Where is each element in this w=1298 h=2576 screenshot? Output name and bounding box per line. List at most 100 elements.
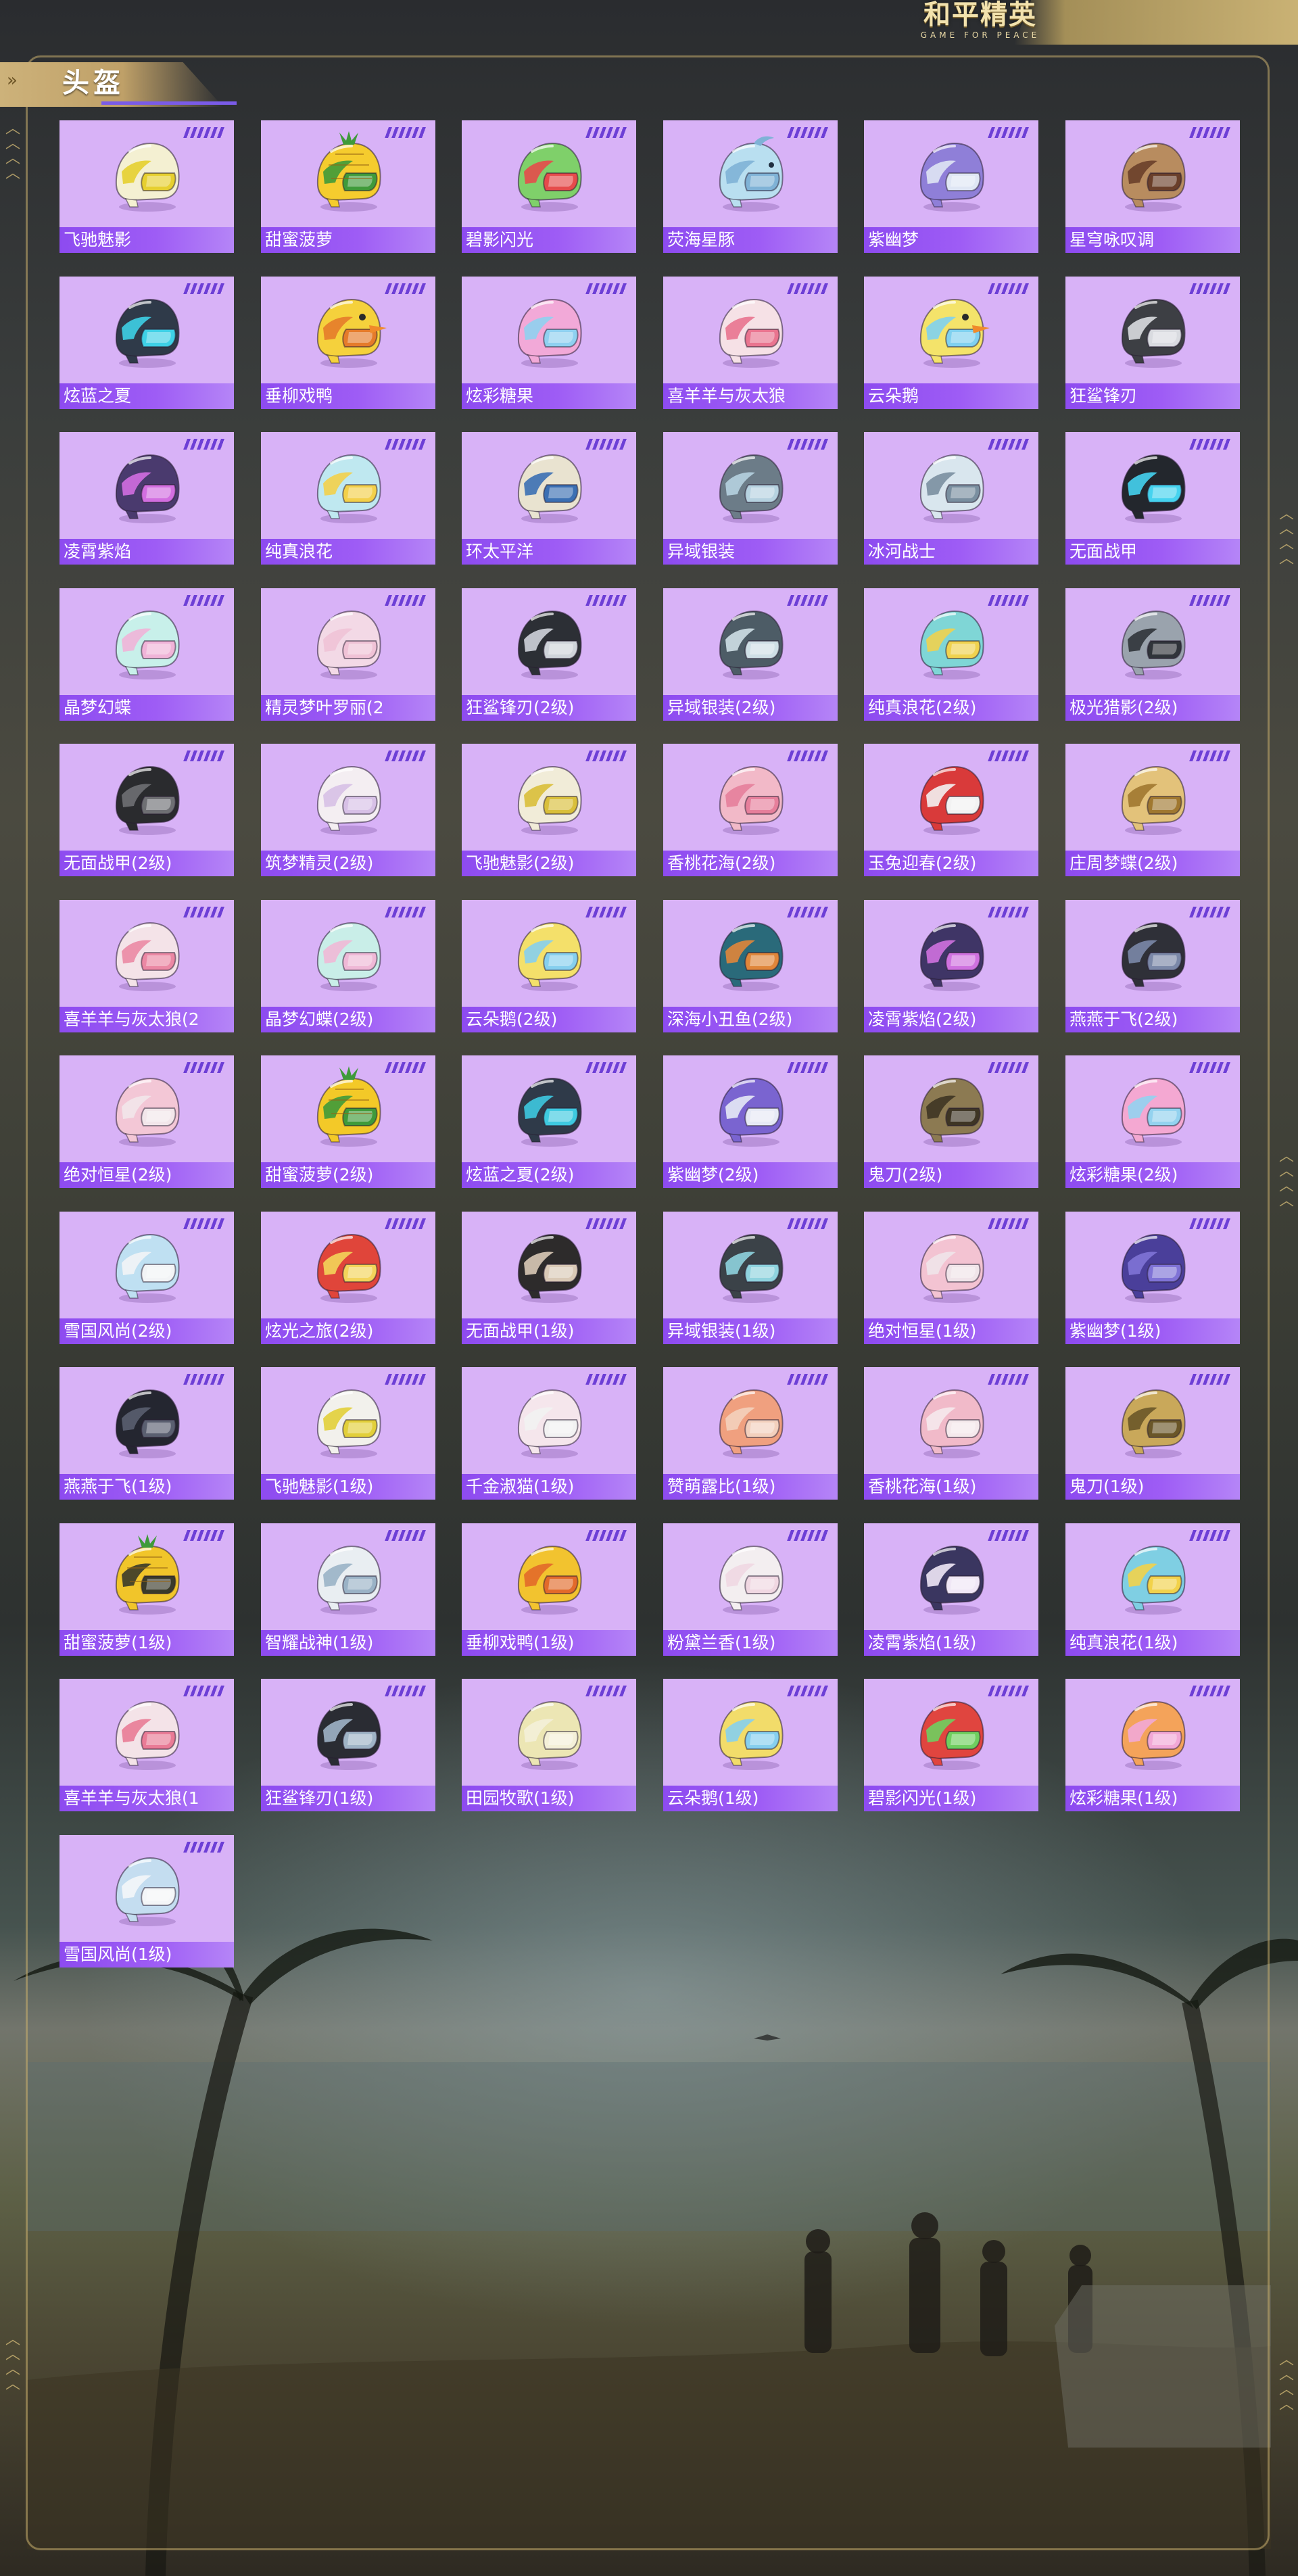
helmet-name: 炫蓝之夏: [59, 383, 234, 409]
helmet-name: 云朵鹅(1级): [663, 1786, 838, 1811]
helmet-card[interactable]: 晶梦幻蝶(2级): [261, 900, 435, 1032]
helmet-card[interactable]: 甜蜜菠萝(1级): [59, 1523, 234, 1656]
helmet-name: 智耀战神(1级): [261, 1630, 435, 1656]
helmet-card[interactable]: 筑梦精灵(2级): [261, 744, 435, 876]
helmet-icon: [719, 454, 784, 523]
helmet-card[interactable]: 碧影闪光(1级): [864, 1679, 1038, 1811]
helmet-name: 炫蓝之夏(2级): [462, 1162, 636, 1188]
helmet-card[interactable]: 星穹咏叹调: [1065, 120, 1240, 253]
helmet-card[interactable]: 凌霄紫焰(2级): [864, 900, 1038, 1032]
helmet-card[interactable]: 紫幽梦(2级): [663, 1055, 838, 1188]
helmet-icon: [316, 610, 381, 679]
helmet-card[interactable]: 极光猎影(2级): [1065, 588, 1240, 721]
helmet-name: 环太平洋: [462, 539, 636, 565]
helmet-card[interactable]: 飞驰魅影(2级): [462, 744, 636, 876]
helmet-card[interactable]: 狂鲨锋刃(1级): [261, 1679, 435, 1811]
helmet-card[interactable]: 炫蓝之夏(2级): [462, 1055, 636, 1188]
helmet-card[interactable]: 千金淑猫(1级): [462, 1367, 636, 1500]
helmet-card[interactable]: 雪国风尚(1级): [59, 1835, 234, 1967]
helmet-icon: [919, 765, 984, 835]
helmet-card[interactable]: 异域银装(2级): [663, 588, 838, 721]
helmet-card[interactable]: 飞驰魅影(1级): [261, 1367, 435, 1500]
helmet-card[interactable]: 冰河战士: [864, 432, 1038, 565]
helmet-card[interactable]: 垂柳戏鸭(1级): [462, 1523, 636, 1656]
helmet-card[interactable]: 喜羊羊与灰太狼: [663, 277, 838, 409]
helmet-card[interactable]: 炫光之旅(2级): [261, 1212, 435, 1344]
helmet-card[interactable]: 喜羊羊与灰太狼(2: [59, 900, 234, 1032]
helmet-name: 异域银装: [663, 539, 838, 565]
helmet-card[interactable]: 香桃花海(1级): [864, 1367, 1038, 1500]
helmet-card[interactable]: 赞萌露比(1级): [663, 1367, 838, 1500]
helmet-card[interactable]: 炫彩糖果(1级): [1065, 1679, 1240, 1811]
helmet-card[interactable]: 无面战甲(1级): [462, 1212, 636, 1344]
helmet-card[interactable]: 狂鲨锋刃: [1065, 277, 1240, 409]
helmet-icon: [919, 1233, 984, 1303]
helmet-card[interactable]: 喜羊羊与灰太狼(1: [59, 1679, 234, 1811]
helmet-card[interactable]: 炫蓝之夏: [59, 277, 234, 409]
helmet-name: 狂鲨锋刃(1级): [261, 1786, 435, 1811]
helmet-card[interactable]: 环太平洋: [462, 432, 636, 565]
helmet-card[interactable]: 云朵鹅(2级): [462, 900, 636, 1032]
helmet-card[interactable]: 紫幽梦: [864, 120, 1038, 253]
helmet-card[interactable]: 飞驰魅影: [59, 120, 234, 253]
helmet-name: 喜羊羊与灰太狼(1: [59, 1786, 234, 1811]
helmet-name: 炫光之旅(2级): [261, 1318, 435, 1344]
helmet-card[interactable]: 绝对恒星(1级): [864, 1212, 1038, 1344]
helmet-name: 玉兔迎春(2级): [864, 851, 1038, 876]
helmet-card[interactable]: 燕燕于飞(1级): [59, 1367, 234, 1500]
helmet-card[interactable]: 香桃花海(2级): [663, 744, 838, 876]
helmet-card[interactable]: 纯真浪花(1级): [1065, 1523, 1240, 1656]
helmet-card[interactable]: 异域银装: [663, 432, 838, 565]
helmet-name: 飞驰魅影(1级): [261, 1474, 435, 1500]
helmet-icon: [115, 1233, 180, 1303]
helmet-icon: [517, 1233, 582, 1303]
helmet-card[interactable]: 碧影闪光: [462, 120, 636, 253]
helmet-icon: [316, 1233, 381, 1303]
helmet-card[interactable]: 紫幽梦(1级): [1065, 1212, 1240, 1344]
helmet-card[interactable]: 甜蜜菠萝(2级): [261, 1055, 435, 1188]
helmet-name: 庄周梦蝶(2级): [1065, 851, 1240, 876]
helmet-icon: [919, 610, 984, 679]
helmet-name: 狂鲨锋刃: [1065, 383, 1240, 409]
helmet-icon: [517, 610, 582, 679]
helmet-card[interactable]: 深海小丑鱼(2级): [663, 900, 838, 1032]
helmet-card[interactable]: 燕燕于飞(2级): [1065, 900, 1240, 1032]
helmet-card[interactable]: 无面战甲(2级): [59, 744, 234, 876]
helmet-icon: [316, 1389, 381, 1458]
helmet-card[interactable]: 凌霄紫焰(1级): [864, 1523, 1038, 1656]
helmet-card[interactable]: 智耀战神(1级): [261, 1523, 435, 1656]
helmet-icon: [115, 765, 180, 835]
helmet-card[interactable]: 异域银装(1级): [663, 1212, 838, 1344]
helmet-card[interactable]: 荧海星豚: [663, 120, 838, 253]
helmet-card[interactable]: 晶梦幻蝶: [59, 588, 234, 721]
helmet-name: 飞驰魅影: [59, 227, 234, 253]
helmet-card[interactable]: 炫彩糖果: [462, 277, 636, 409]
helmet-icon: [919, 1389, 984, 1458]
helmet-name: 碧影闪光: [462, 227, 636, 253]
helmet-name: 紫幽梦(2级): [663, 1162, 838, 1188]
helmet-card[interactable]: 云朵鹅: [864, 277, 1038, 409]
helmet-card[interactable]: 庄周梦蝶(2级): [1065, 744, 1240, 876]
helmet-card[interactable]: 鬼刀(1级): [1065, 1367, 1240, 1500]
helmet-name: 紫幽梦: [864, 227, 1038, 253]
helmet-card[interactable]: 云朵鹅(1级): [663, 1679, 838, 1811]
helmet-card[interactable]: 精灵梦叶罗丽(2: [261, 588, 435, 721]
helmet-card[interactable]: 玉兔迎春(2级): [864, 744, 1038, 876]
helmet-card[interactable]: 田园牧歌(1级): [462, 1679, 636, 1811]
helmet-card[interactable]: 绝对恒星(2级): [59, 1055, 234, 1188]
helmet-card[interactable]: 鬼刀(2级): [864, 1055, 1038, 1188]
helmet-card[interactable]: 纯真浪花: [261, 432, 435, 565]
helmet-name: 狂鲨锋刃(2级): [462, 695, 636, 721]
helmet-icon: [719, 298, 784, 368]
helmet-card[interactable]: 狂鲨锋刃(2级): [462, 588, 636, 721]
helmet-name: 云朵鹅: [864, 383, 1038, 409]
helmet-card[interactable]: 垂柳戏鸭: [261, 277, 435, 409]
helmet-card[interactable]: 雪国风尚(2级): [59, 1212, 234, 1344]
helmet-card[interactable]: 凌霄紫焰: [59, 432, 234, 565]
helmet-card[interactable]: 无面战甲: [1065, 432, 1240, 565]
helmet-card[interactable]: 甜蜜菠萝: [261, 120, 435, 253]
helmet-card[interactable]: 纯真浪花(2级): [864, 588, 1038, 721]
helmet-card[interactable]: 粉黛兰香(1级): [663, 1523, 838, 1656]
helmet-icon: [517, 1700, 582, 1770]
helmet-card[interactable]: 炫彩糖果(2级): [1065, 1055, 1240, 1188]
